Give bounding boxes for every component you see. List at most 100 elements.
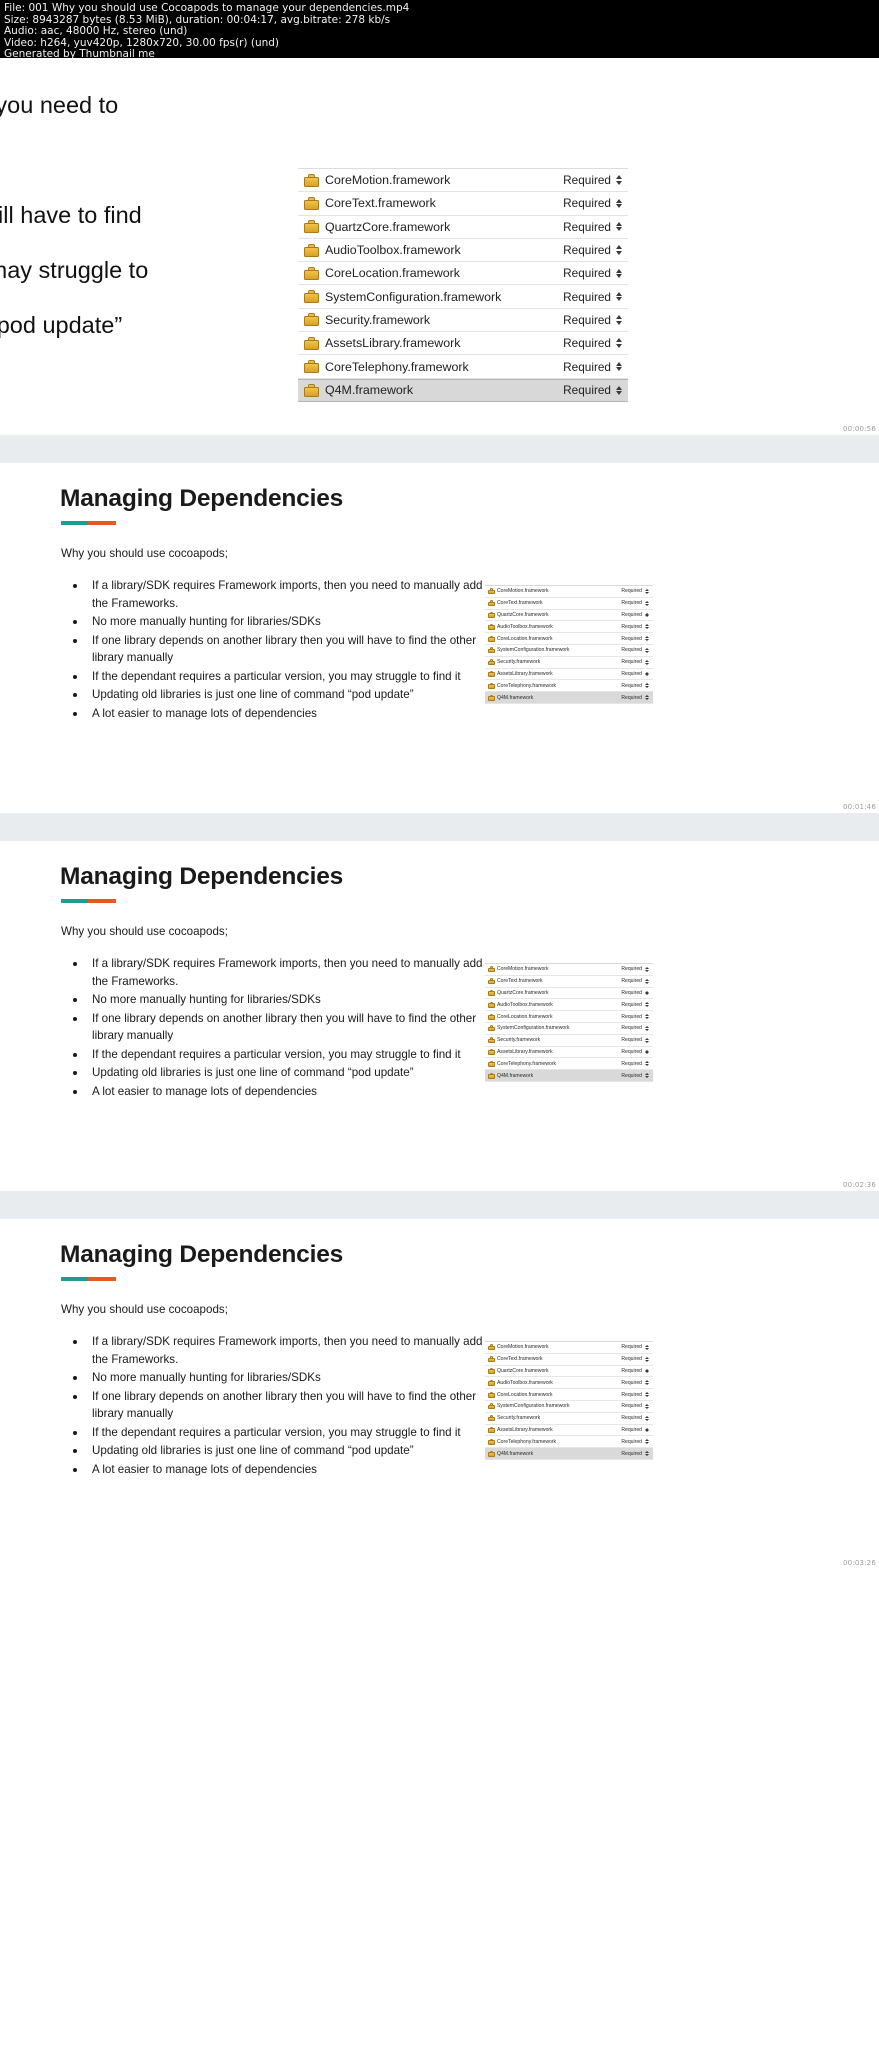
framework-row[interactable]: QuartzCore.framework Required xyxy=(298,215,628,239)
status-stepper-icon[interactable] xyxy=(645,978,649,984)
status-stepper-icon[interactable] xyxy=(645,1049,649,1055)
status-stepper-icon[interactable] xyxy=(645,1345,649,1350)
framework-row[interactable]: SystemConfiguration.framework Required xyxy=(298,285,628,309)
status-stepper-icon[interactable] xyxy=(616,338,622,348)
list-item: If a library/SDK requires Framework impo… xyxy=(64,577,484,612)
status-stepper-icon[interactable] xyxy=(616,175,622,185)
frame-separator-band-3 xyxy=(0,1191,879,1219)
status-stepper-icon[interactable] xyxy=(645,612,649,618)
status-stepper-icon[interactable] xyxy=(616,361,622,372)
status-stepper-icon[interactable] xyxy=(645,1439,649,1445)
framework-row[interactable]: CoreTelephony.framework Required xyxy=(485,1058,653,1071)
status-stepper-icon[interactable] xyxy=(645,659,649,665)
framework-row[interactable]: SystemConfiguration.framework Required xyxy=(485,644,653,657)
status-stepper-icon[interactable] xyxy=(645,1427,649,1433)
framework-row[interactable]: Security.framework Required xyxy=(298,308,628,333)
status-stepper-icon[interactable] xyxy=(645,1380,649,1386)
status-stepper-icon[interactable] xyxy=(645,647,649,653)
framework-row[interactable]: SystemConfiguration.framework Required xyxy=(485,1400,653,1413)
framework-row[interactable]: CoreText.framework Required xyxy=(298,192,628,216)
framework-row[interactable]: QuartzCore.framework Required xyxy=(485,987,653,1000)
framework-row[interactable]: CoreLocation.framework Required xyxy=(485,1011,653,1023)
framework-row[interactable]: CoreMotion.framework Required xyxy=(298,169,628,193)
status-stepper-icon[interactable] xyxy=(616,315,622,325)
status-stepper-icon[interactable] xyxy=(616,198,622,209)
status-stepper-icon[interactable] xyxy=(645,1356,649,1362)
framework-row[interactable]: CoreLocation.framework Required xyxy=(485,633,653,645)
status-stepper-icon[interactable] xyxy=(645,636,649,641)
status-stepper-icon[interactable] xyxy=(645,1037,649,1043)
framework-list-mini: CoreMotion.framework Required CoreText.fra… xyxy=(485,1341,653,1460)
framework-row[interactable]: Security.framework Required xyxy=(485,1034,653,1047)
framework-row[interactable]: SystemConfiguration.framework Required xyxy=(485,1022,653,1035)
status-stepper-icon[interactable] xyxy=(645,967,649,972)
framework-briefcase-icon xyxy=(488,647,495,654)
framework-row[interactable]: AudioToolbox.framework Required xyxy=(485,1377,653,1390)
framework-status: Required xyxy=(621,989,642,996)
framework-row[interactable]: CoreLocation.framework Required xyxy=(298,262,628,286)
framework-row[interactable]: CoreTelephony.framework Required xyxy=(298,355,628,379)
status-stepper-icon[interactable] xyxy=(645,1451,649,1456)
status-stepper-icon[interactable] xyxy=(645,589,649,594)
framework-row[interactable]: AssetsLibrary.framework Required xyxy=(485,668,653,681)
framework-row[interactable]: QuartzCore.framework Required xyxy=(485,1365,653,1378)
status-stepper-icon[interactable] xyxy=(645,1073,649,1078)
status-stepper-icon[interactable] xyxy=(645,1392,649,1397)
status-stepper-icon[interactable] xyxy=(616,221,622,232)
framework-row[interactable]: Q4M.framework Required xyxy=(485,692,653,704)
framework-row[interactable]: CoreTelephony.framework Required xyxy=(485,680,653,693)
framework-row[interactable]: CoreLocation.framework Required xyxy=(485,1389,653,1401)
zoom-line-3: en you will have to find xyxy=(0,202,142,228)
framework-row[interactable]: CoreMotion.framework Required xyxy=(485,964,653,976)
status-stepper-icon[interactable] xyxy=(645,600,649,606)
status-stepper-icon[interactable] xyxy=(645,624,649,630)
framework-row[interactable]: CoreText.framework Required xyxy=(485,1353,653,1366)
status-stepper-icon[interactable] xyxy=(645,671,649,677)
framework-status: Required xyxy=(563,312,611,327)
status-stepper-icon[interactable] xyxy=(645,1403,649,1409)
framework-row[interactable]: AssetsLibrary.framework Required xyxy=(485,1046,653,1059)
framework-name: Security.framework xyxy=(497,1037,541,1044)
status-stepper-icon[interactable] xyxy=(616,245,622,255)
framework-row[interactable]: Q4M.framework Required xyxy=(485,1070,653,1082)
framework-row[interactable]: AssetsLibrary.framework Required xyxy=(298,332,628,356)
status-stepper-icon[interactable] xyxy=(645,1368,649,1374)
framework-row[interactable]: CoreTelephony.framework Required xyxy=(485,1436,653,1449)
framework-row[interactable]: Security.framework Required xyxy=(485,1412,653,1425)
status-stepper-icon[interactable] xyxy=(645,695,649,700)
framework-name: AudioToolbox.framework xyxy=(325,243,461,258)
framework-row[interactable]: Q4M.framework Required xyxy=(298,378,628,402)
status-stepper-icon[interactable] xyxy=(645,1014,649,1019)
status-stepper-icon[interactable] xyxy=(616,268,622,279)
framework-row[interactable]: QuartzCore.framework Required xyxy=(485,609,653,622)
status-stepper-icon[interactable] xyxy=(645,1061,649,1067)
list-item: If one library depends on another librar… xyxy=(64,1010,484,1045)
framework-status: Required xyxy=(621,1013,642,1020)
status-stepper-icon[interactable] xyxy=(616,385,622,396)
framework-status: Required xyxy=(621,1001,642,1008)
framework-briefcase-icon xyxy=(304,220,319,234)
framework-row[interactable]: CoreMotion.framework Required xyxy=(485,1342,653,1354)
list-item: No more manually hunting for libraries/S… xyxy=(64,991,484,1009)
status-stepper-icon[interactable] xyxy=(645,990,649,996)
framework-briefcase-icon xyxy=(488,1037,495,1044)
framework-row[interactable]: AssetsLibrary.framework Required xyxy=(485,1424,653,1437)
status-stepper-icon[interactable] xyxy=(645,1002,649,1008)
list-item: If one library depends on another librar… xyxy=(64,1388,484,1423)
framework-row[interactable]: AudioToolbox.framework Required xyxy=(485,999,653,1012)
framework-row[interactable]: CoreMotion.framework Required xyxy=(485,586,653,598)
status-stepper-icon[interactable] xyxy=(645,1415,649,1421)
framework-row[interactable]: AudioToolbox.framework Required xyxy=(298,238,628,263)
framework-status: Required xyxy=(621,1391,642,1398)
framework-row[interactable]: Security.framework Required xyxy=(485,656,653,669)
framework-status: Required xyxy=(563,336,611,351)
status-stepper-icon[interactable] xyxy=(645,1025,649,1031)
status-stepper-icon[interactable] xyxy=(645,683,649,689)
framework-row[interactable]: Q4M.framework Required xyxy=(485,1448,653,1460)
framework-row[interactable]: AudioToolbox.framework Required xyxy=(485,621,653,634)
framework-row[interactable]: CoreText.framework Required xyxy=(485,597,653,610)
metadata-file: File: 001 Why you should use Cocoapods t… xyxy=(4,2,410,14)
status-stepper-icon[interactable] xyxy=(616,291,622,302)
framework-row[interactable]: CoreText.framework Required xyxy=(485,975,653,988)
list-item: A lot easier to manage lots of dependenc… xyxy=(64,705,484,723)
